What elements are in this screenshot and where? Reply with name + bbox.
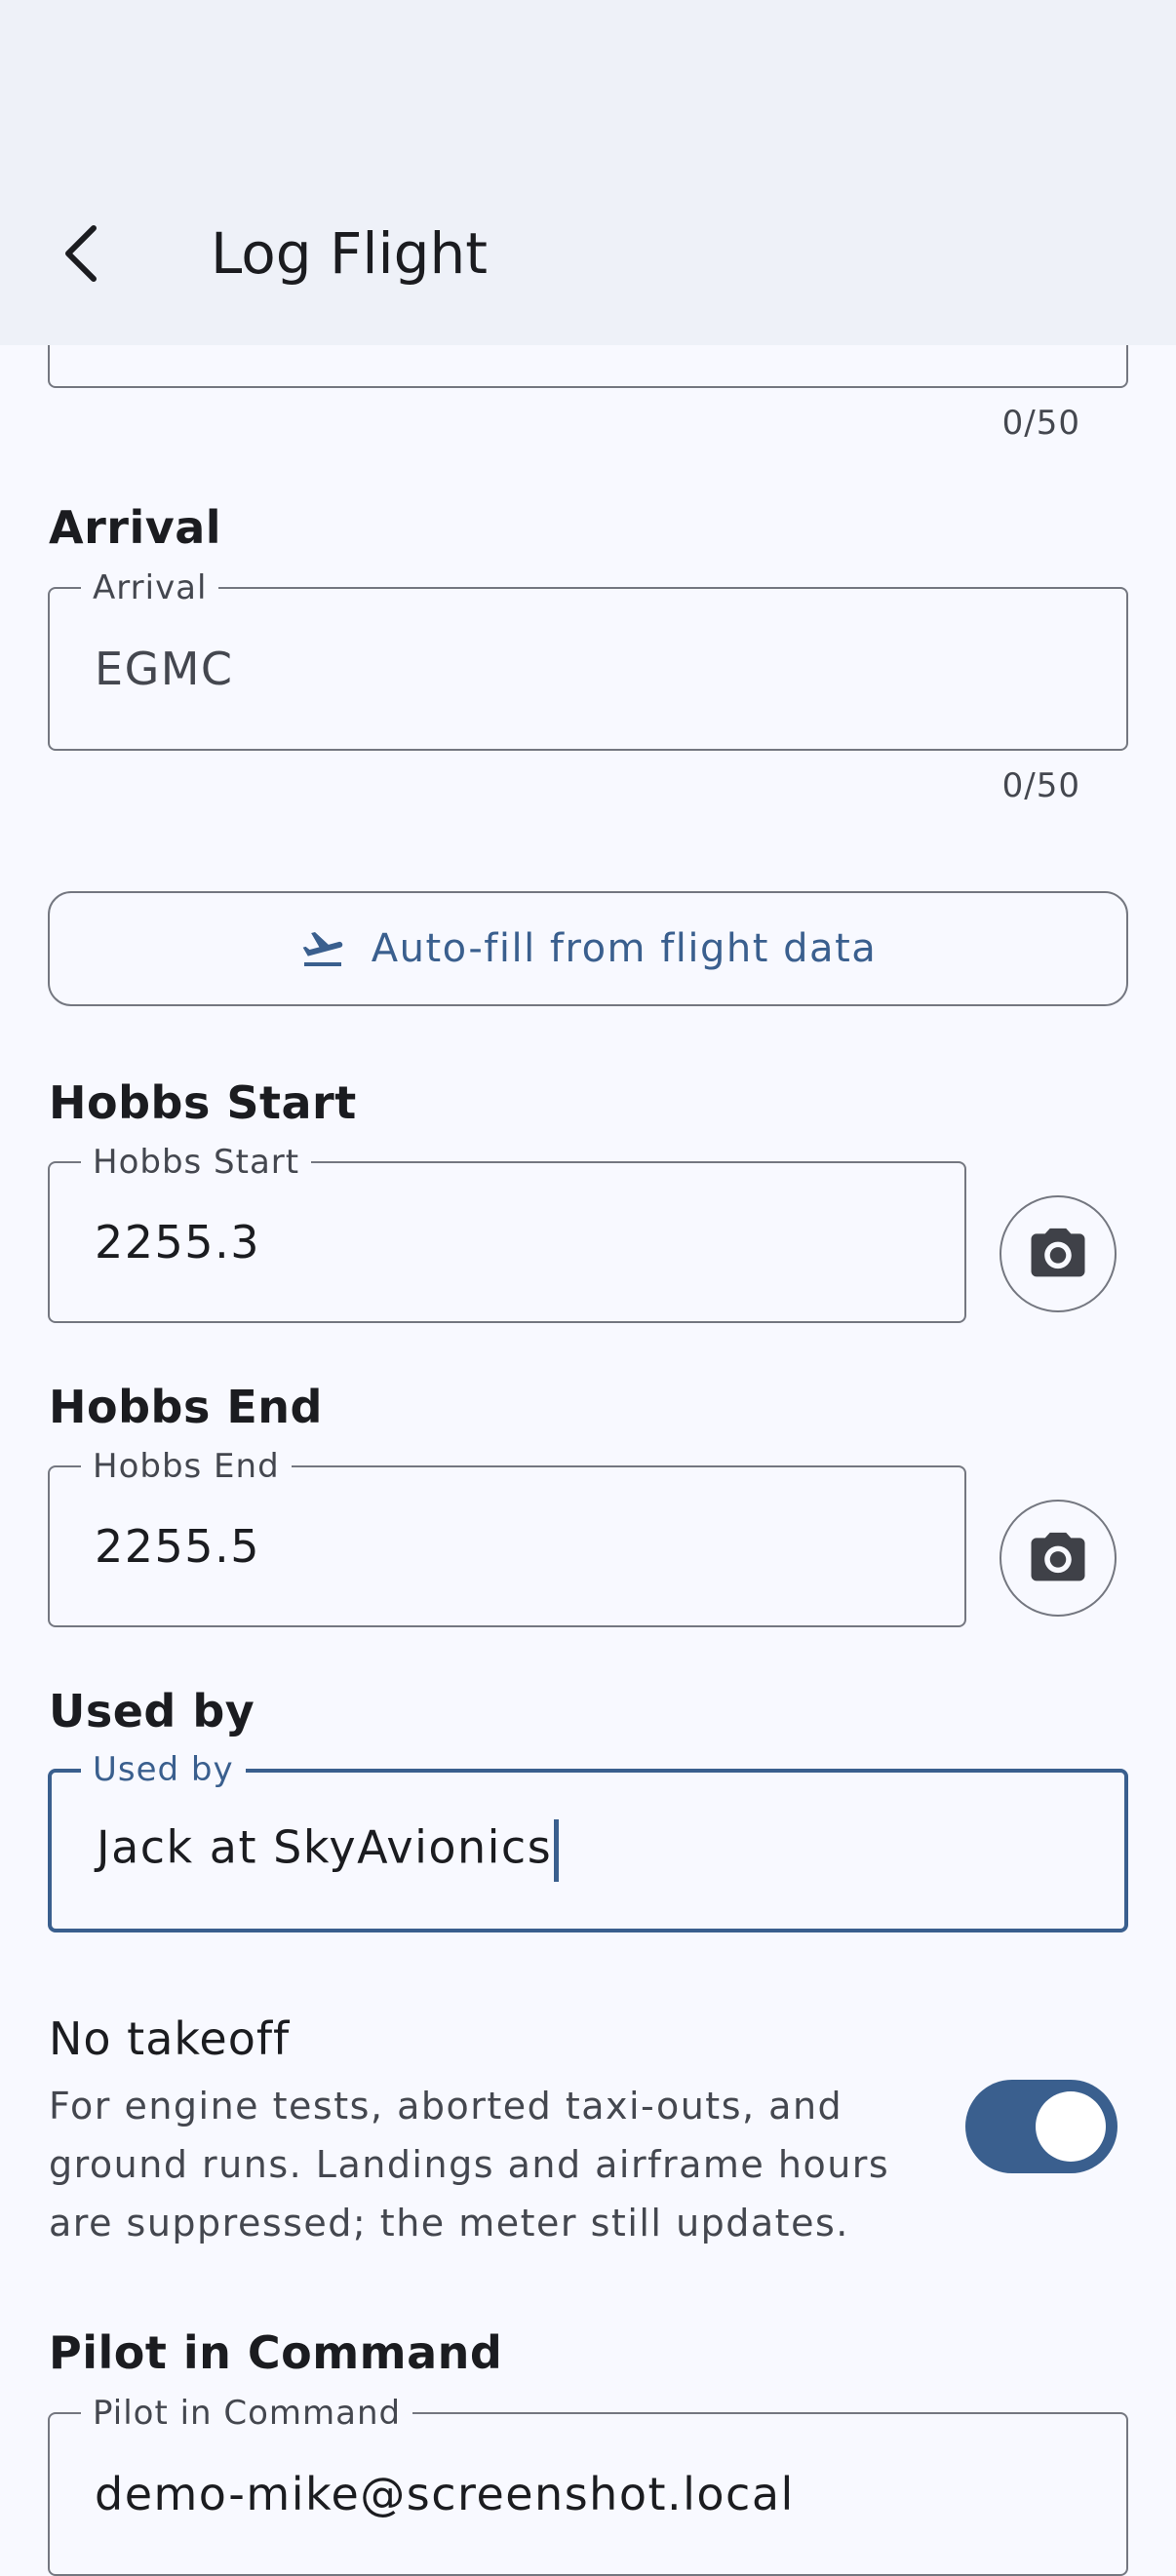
- hobbs-end-field-label: Hobbs End: [81, 1448, 292, 1485]
- no-takeoff-switch[interactable]: [965, 2080, 1117, 2173]
- hobbs-end-section-label: Hobbs End: [49, 1381, 323, 1433]
- camera-icon: [1031, 1532, 1085, 1581]
- departure-counter: 0/50: [1001, 404, 1080, 443]
- pic-field[interactable]: Pilot in Command demo-mike@screenshot.lo…: [48, 2395, 1128, 2576]
- used-by-value: Jack at SkyAvionics: [97, 1820, 553, 1874]
- arrival-section-label: Arrival: [49, 501, 222, 554]
- no-takeoff-description: For engine tests, aborted taxi-outs, and…: [49, 2085, 890, 2244]
- flight-takeoff-icon: [302, 931, 342, 966]
- no-takeoff-title: No takeoff: [49, 2012, 291, 2065]
- hobbs-start-value: 2255.3: [95, 1216, 260, 1268]
- hobbs-start-section-label: Hobbs Start: [49, 1076, 357, 1129]
- page-title: Log Flight: [211, 220, 488, 287]
- switch-thumb: [1036, 2091, 1106, 2162]
- arrival-field[interactable]: Arrival EGMC: [48, 569, 1128, 751]
- arrival-field-label: Arrival: [81, 569, 219, 606]
- hobbs-start-camera-button[interactable]: [1000, 1195, 1117, 1312]
- used-by-value-wrap: Jack at SkyAvionics: [97, 1819, 560, 1882]
- hobbs-end-camera-button[interactable]: [1000, 1500, 1117, 1617]
- text-caret: [554, 1819, 560, 1882]
- used-by-field-label: Used by: [81, 1751, 246, 1788]
- autofill-label: Auto-fill from flight data: [371, 926, 878, 971]
- hobbs-end-field[interactable]: Hobbs End 2255.5: [48, 1448, 966, 1627]
- used-by-field[interactable]: Used by Jack at SkyAvionics: [48, 1751, 1128, 1932]
- pic-value: demo-mike@screenshot.local: [95, 2468, 795, 2520]
- hobbs-start-field[interactable]: Hobbs Start 2255.3: [48, 1144, 966, 1323]
- autofill-button[interactable]: Auto-fill from flight data: [48, 891, 1128, 1006]
- top-app-bar: Log Flight: [0, 0, 1176, 345]
- pic-section-label: Pilot in Command: [49, 2326, 503, 2379]
- hobbs-end-value: 2255.5: [95, 1520, 260, 1573]
- pic-field-label: Pilot in Command: [81, 2395, 413, 2432]
- arrival-counter: 0/50: [1001, 766, 1080, 805]
- arrival-value: EGMC: [95, 643, 234, 695]
- used-by-section-label: Used by: [49, 1685, 255, 1737]
- back-arrow-icon: [65, 225, 97, 282]
- hobbs-start-field-label: Hobbs Start: [81, 1144, 312, 1181]
- camera-icon: [1031, 1228, 1085, 1277]
- back-button[interactable]: [45, 218, 115, 289]
